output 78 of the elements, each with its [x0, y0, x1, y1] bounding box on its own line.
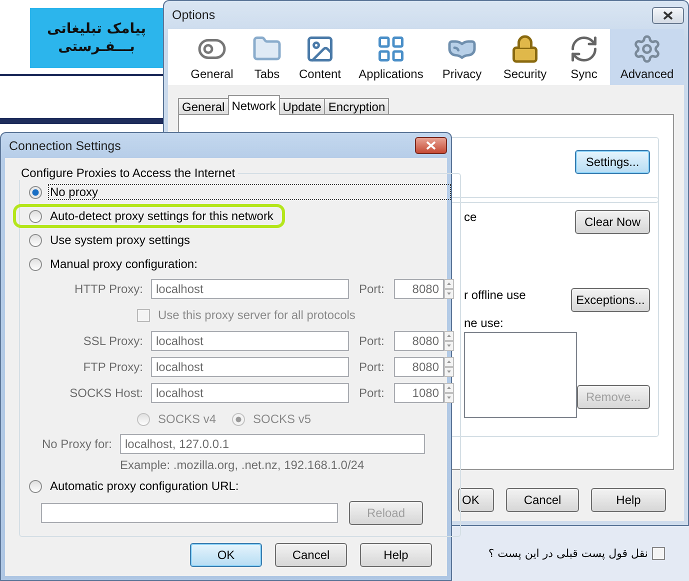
pane-button[interactable]: Content: [290, 29, 350, 85]
pane-label: Advanced: [620, 67, 674, 81]
dialog-button[interactable]: Help: [360, 543, 432, 567]
window-title: Connection Settings: [8, 138, 121, 152]
pane-button[interactable]: Tabs: [244, 29, 290, 85]
pane-label: Security: [503, 67, 547, 81]
field-label: No Proxy for:: [40, 437, 113, 451]
checkbox-label: Use this proxy server for all protocols: [157, 307, 356, 323]
spinner-icon[interactable]: [444, 383, 454, 403]
tab[interactable]: Network: [228, 95, 280, 115]
list-label: ne use:: [464, 316, 504, 330]
spinner-icon[interactable]: [444, 279, 454, 299]
radio-label: SOCKS v4: [157, 411, 218, 427]
example-hint: Example: .mozilla.org, .net.nz, 192.168.1.0/24: [119, 457, 366, 474]
pane-label: Applications: [358, 67, 424, 81]
close-icon: [426, 141, 436, 150]
radio-button[interactable]: [29, 258, 42, 270]
spinner-icon[interactable]: [444, 331, 454, 351]
radio-button[interactable]: [29, 186, 42, 198]
cache-text: ce: [464, 210, 477, 224]
checkbox-label: نقل قول پست قبلی در این پست ؟: [488, 546, 648, 560]
radio-label: Auto-detect proxy settings for this network: [49, 208, 274, 224]
banner-text: پیامک تبلیغاتی: [46, 21, 146, 37]
field-label: Port:: [358, 360, 386, 374]
offline-text: r offline use: [464, 288, 526, 302]
radio-button[interactable]: [29, 480, 42, 492]
close-button[interactable]: [415, 137, 447, 154]
radio-label: Automatic proxy configuration URL:: [49, 478, 240, 494]
circular-arrows-icon: [569, 34, 599, 64]
pane-button[interactable]: General: [180, 29, 244, 85]
settings-button[interactable]: Settings...: [575, 150, 650, 174]
radio-label: Manual proxy configuration:: [49, 256, 198, 272]
close-icon: [663, 10, 673, 20]
padlock-icon: [510, 34, 540, 64]
picture-icon: [305, 34, 335, 64]
radio-label: No proxy: [48, 184, 451, 200]
close-button[interactable]: [652, 6, 684, 24]
pane-button[interactable]: Advanced: [610, 29, 684, 85]
radio-label: Use system proxy settings: [49, 232, 192, 248]
exceptions-button[interactable]: Exceptions...: [571, 288, 650, 312]
field-label: FTP Proxy:: [82, 360, 144, 374]
gear-icon: [632, 34, 662, 64]
grid-icon: [376, 34, 406, 64]
field-label: Port:: [358, 282, 386, 296]
spinner-icon[interactable]: [444, 357, 454, 377]
group-title: Configure Proxies to Access the Internet: [20, 166, 236, 180]
radio-button[interactable]: [29, 210, 42, 222]
window-title: Options: [171, 8, 216, 22]
radio-button[interactable]: [29, 234, 42, 246]
field-label: SOCKS Host:: [68, 386, 144, 400]
clear-now-button[interactable]: Clear Now: [575, 210, 650, 234]
pane-button[interactable]: Sync: [558, 29, 610, 85]
pane-label: Privacy: [442, 67, 482, 81]
field-label: Port:: [358, 386, 386, 400]
dialog-button[interactable]: OK: [458, 488, 494, 512]
ad-banner[interactable]: پیامک تبلیغاتی بـــفـرستی: [30, 8, 163, 68]
dialog-button[interactable]: Cancel: [275, 543, 347, 567]
url-field[interactable]: [41, 503, 338, 523]
field-label: HTTP Proxy:: [74, 282, 144, 296]
pane-button[interactable]: Applications: [350, 29, 432, 85]
dialog-button[interactable]: OK: [190, 543, 262, 567]
field-label: Port:: [358, 334, 386, 348]
tab[interactable]: Encryption: [324, 98, 390, 115]
pane-label: Tabs: [254, 67, 280, 81]
checkbox[interactable]: [652, 546, 665, 560]
radio-label: SOCKS v5: [252, 411, 312, 427]
pane-label: Content: [298, 67, 342, 81]
pane-button[interactable]: Security: [492, 29, 558, 85]
site-list[interactable]: [464, 332, 577, 418]
banner-text: بـــفـرستی: [58, 39, 135, 55]
tab[interactable]: General: [178, 98, 229, 115]
tab[interactable]: Update: [278, 98, 326, 115]
pane-label: General: [190, 67, 234, 81]
pane-label: Sync: [570, 67, 598, 81]
pane-button[interactable]: Privacy: [432, 29, 492, 85]
dialog-button[interactable]: Cancel: [506, 488, 579, 512]
field-label: SSL Proxy:: [82, 334, 144, 348]
dialog-button[interactable]: Help: [591, 488, 666, 512]
